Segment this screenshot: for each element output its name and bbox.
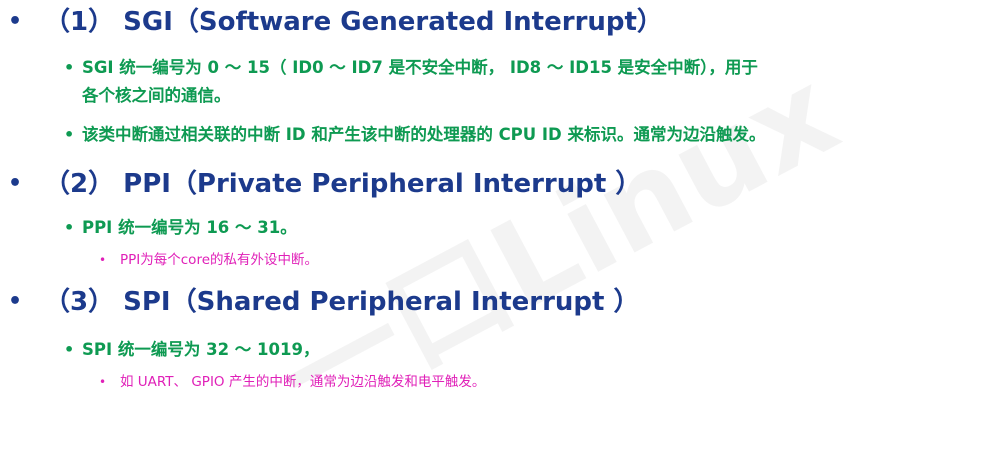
bullet-icon: • (99, 375, 107, 389)
section-1-item-1: SGI 统一编号为 0 ～ 15（ ID0 ～ ID7 是不安全中断， ID8 … (82, 58, 758, 77)
bullet-icon: • (64, 58, 75, 77)
bullet-icon: • (99, 253, 107, 267)
section-2-heading: （2） PPI（Private Peripheral Interrupt ） (44, 169, 642, 199)
section-3-subitem-1: 如 UART、 GPIO 产生的中断，通常为边沿触发和电平触发。 (120, 374, 486, 390)
section-3-item-1: SPI 统一编号为 32 ～ 1019， (82, 340, 320, 359)
section-2-item-1: PPI 统一编号为 16 ～ 31。 (82, 218, 297, 237)
bullet-icon: • (8, 171, 23, 196)
section-1-item-2: 该类中断通过相关联的中断 ID 和产生该中断的处理器的 CPU ID 来标识。通… (82, 125, 766, 144)
bullet-icon: • (8, 289, 23, 314)
bullet-icon: • (64, 218, 75, 237)
bullet-icon: • (8, 9, 23, 34)
section-1-item-1-continuation: 各个核之间的通信。 (82, 86, 231, 105)
section-2-subitem-1: PPI为每个core的私有外设中断。 (120, 252, 319, 268)
bullet-icon: • (64, 125, 75, 144)
section-1-heading: （1） SGI（Software Generated Interrupt） (44, 7, 663, 37)
section-3-heading: （3） SPI（Shared Peripheral Interrupt ） (44, 287, 640, 317)
bullet-icon: • (64, 340, 75, 359)
